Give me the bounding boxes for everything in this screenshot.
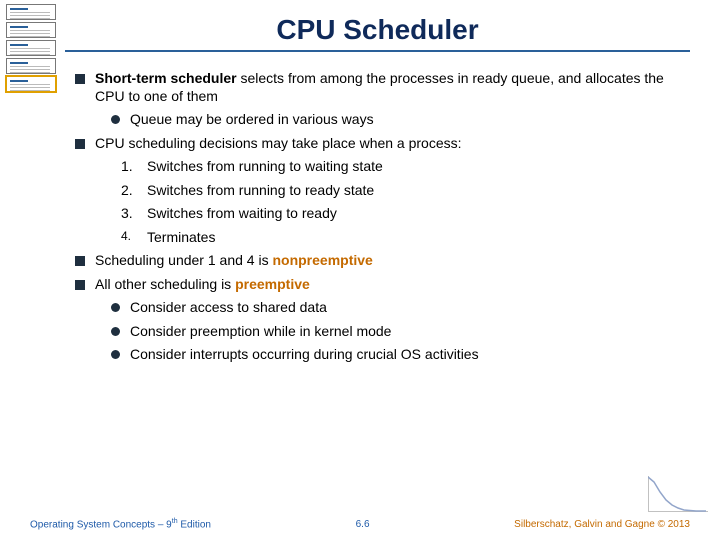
footer-left-post: Edition — [178, 519, 211, 530]
numbered-3: 3. Switches from waiting to ready — [121, 205, 690, 223]
corner-graph-line-icon — [648, 476, 708, 512]
bullet-3-text: Scheduling under 1 and 4 is nonpreemptiv… — [95, 252, 373, 270]
numbered-2-text: Switches from running to ready state — [147, 182, 374, 200]
square-bullet-icon — [75, 280, 85, 290]
footer: Operating System Concepts – 9th Edition … — [30, 518, 690, 530]
footer-left-pre: Operating System Concepts – 9 — [30, 519, 172, 530]
bullet-2: CPU scheduling decisions may take place … — [75, 135, 690, 153]
corner-graph — [642, 472, 712, 516]
bullet-1: Short-term scheduler selects from among … — [75, 70, 690, 105]
numbered-1: 1. Switches from running to waiting stat… — [121, 158, 690, 176]
thumbnail-3[interactable] — [6, 40, 56, 56]
bullet-4-sub-1-text: Consider access to shared data — [130, 299, 327, 317]
footer-right: Silberschatz, Galvin and Gagne © 2013 — [514, 519, 690, 530]
slide-body: Short-term scheduler selects from among … — [65, 70, 690, 364]
bullet-3-pre: Scheduling under 1 and 4 is — [95, 252, 272, 268]
bullet-1-strong: Short-term scheduler — [95, 70, 237, 86]
dot-bullet-icon — [111, 115, 120, 124]
numbered-4-text: Terminates — [147, 229, 215, 247]
numbered-1-text: Switches from running to waiting state — [147, 158, 383, 176]
dot-bullet-icon — [111, 327, 120, 336]
bullet-4-text: All other scheduling is preemptive — [95, 276, 310, 294]
bullet-4: All other scheduling is preemptive — [75, 276, 690, 294]
thumbnail-1[interactable] — [6, 4, 56, 20]
bullet-1-sub-1-text: Queue may be ordered in various ways — [130, 111, 374, 129]
footer-left: Operating System Concepts – 9th Edition — [30, 518, 211, 530]
bullet-4-accent: preemptive — [235, 276, 310, 292]
numbered-4: 4. Terminates — [121, 229, 690, 247]
dot-bullet-icon — [111, 350, 120, 359]
number-label: 3. — [121, 205, 139, 223]
thumbnail-2[interactable] — [6, 22, 56, 38]
footer-center: 6.6 — [356, 519, 370, 530]
number-label: 4. — [121, 229, 139, 244]
bullet-4-sub-3: Consider interrupts occurring during cru… — [111, 346, 690, 364]
thumbnail-4[interactable] — [6, 58, 56, 74]
dot-bullet-icon — [111, 303, 120, 312]
bullet-2-text: CPU scheduling decisions may take place … — [95, 135, 462, 153]
bullet-4-sub-2-text: Consider preemption while in kernel mode — [130, 323, 391, 341]
number-label: 2. — [121, 182, 139, 200]
bullet-3-accent: nonpreemptive — [272, 252, 372, 268]
numbered-2: 2. Switches from running to ready state — [121, 182, 690, 200]
slide: CPU Scheduler Short-term scheduler selec… — [0, 0, 720, 540]
square-bullet-icon — [75, 139, 85, 149]
bullet-4-sub-2: Consider preemption while in kernel mode — [111, 323, 690, 341]
bullet-1-text: Short-term scheduler selects from among … — [95, 70, 690, 105]
slide-title: CPU Scheduler — [65, 14, 690, 46]
square-bullet-icon — [75, 74, 85, 84]
bullet-3: Scheduling under 1 and 4 is nonpreemptiv… — [75, 252, 690, 270]
thumbnail-5[interactable] — [6, 76, 56, 92]
numbered-3-text: Switches from waiting to ready — [147, 205, 337, 223]
bullet-4-sub-1: Consider access to shared data — [111, 299, 690, 317]
number-label: 1. — [121, 158, 139, 176]
title-rule — [65, 50, 690, 52]
thumbnail-strip — [6, 4, 56, 92]
bullet-1-sub-1: Queue may be ordered in various ways — [111, 111, 690, 129]
bullet-4-sub-3-text: Consider interrupts occurring during cru… — [130, 346, 479, 364]
bullet-4-pre: All other scheduling is — [95, 276, 235, 292]
square-bullet-icon — [75, 256, 85, 266]
